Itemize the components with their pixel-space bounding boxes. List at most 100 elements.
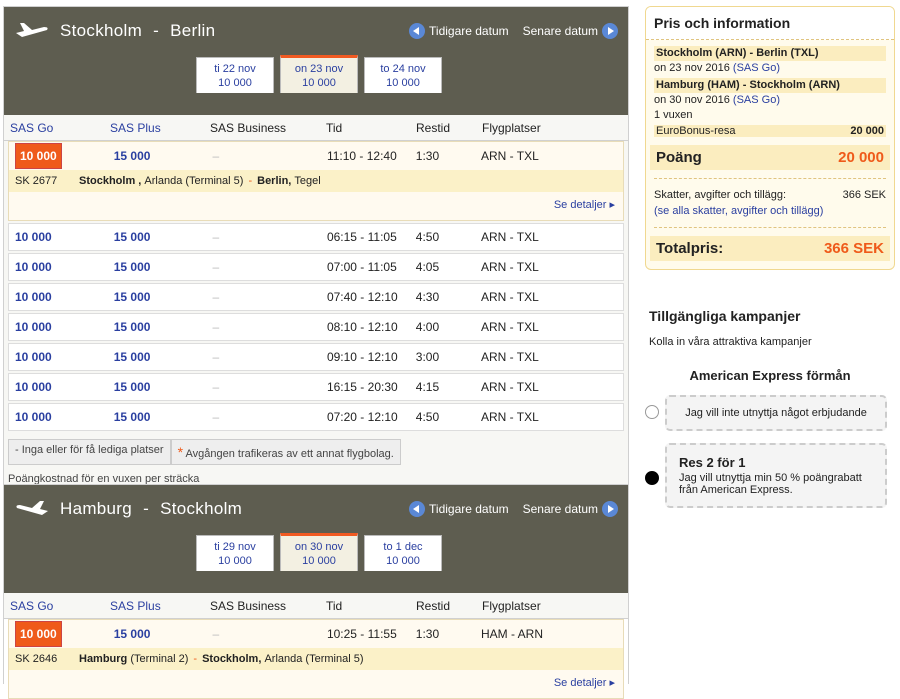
next-dates-link[interactable]: Senare datum [523,502,598,516]
fare-go[interactable]: 10 000 [9,320,108,334]
legend: - Inga eller för få lediga platser * Avg… [8,439,624,465]
chevron-right-icon[interactable] [602,23,618,39]
date-tab-selected[interactable]: on 30 nov 10 000 [280,533,358,571]
date-tab-date: on 23 nov [294,63,344,75]
chevron-left-icon[interactable] [409,23,426,39]
col-time: Tid [326,120,343,135]
leg-title: Stockholm (ARN) - Berlin (TXL) [654,46,886,61]
prev-dates-link[interactable]: Tidigare datum [429,24,509,38]
option-none-label[interactable]: Jag vill inte utnyttja något erbjudande [665,395,887,431]
table-row: 10 000 15 000– 06:15 - 11:05 4:50 ARN - TXL [8,223,624,251]
col-sas-plus[interactable]: SAS Plus [104,599,204,613]
date-tab[interactable]: ti 22 nov 10 000 [196,57,274,93]
chevron-right-icon[interactable] [602,501,618,517]
table-row: 10 000 15 000– 08:10 - 12:10 4:00 ARN - TXL [8,313,624,341]
col-sas-plus[interactable]: SAS Plus [104,121,204,135]
inbound-header: Hamburg - Stockholm Tidigare datum Senar… [4,485,628,593]
campaign-option-none[interactable]: Jag vill inte utnyttja något erbjudande [645,395,895,431]
fare-business: – [212,380,220,394]
flight-detail: SK 2677 Stockholm , Arlanda (Terminal 5)… [9,170,623,192]
fare-go[interactable]: 10 000 [9,380,108,394]
fare-business: – [212,290,220,304]
flight-duration: 3:00 [415,350,440,364]
fare-business: – [212,149,220,163]
date-tab-date: to 24 nov [380,63,426,75]
fare-plus[interactable]: 15 000 [108,350,207,364]
see-all-taxes-link[interactable]: (se alla skatter, avgifter och tillägg) [654,205,886,228]
flight-number: SK 2677 [15,175,58,187]
date-tab[interactable]: ti 29 nov 10 000 [196,535,274,571]
fare-plus[interactable]: 15 000 [108,260,207,274]
fare-business: – [212,410,220,424]
route-separator: - [153,21,160,40]
selected-flight: 10 000 15 000 – 11:10 - 12:40 1:30 ARN -… [8,141,624,221]
date-tab[interactable]: to 1 dec 10 000 [364,535,442,571]
fare-business: – [212,627,220,641]
fare-plus[interactable]: 15 000 [108,410,207,424]
fare-go-selected[interactable]: 10 000 [9,143,108,169]
col-sas-go[interactable]: SAS Go [4,121,104,135]
date-tab-selected[interactable]: on 23 nov 10 000 [280,55,358,93]
col-sas-go[interactable]: SAS Go [4,599,104,613]
route-to: Stockholm [160,499,243,518]
flight-rows: 10 000 15 000 – 10:25 - 11:55 1:30 HAM -… [4,619,628,699]
fare-plus[interactable]: 15 000 [108,380,207,394]
fare-go[interactable]: 10 000 [9,350,108,364]
flight-airports: ARN - TXL [480,230,539,244]
leg-title: Hamburg (HAM) - Stockholm (ARN) [654,78,886,93]
inbound-route-title: Hamburg - Stockholm [60,499,242,519]
campaigns-title: Tillgängliga kampanjer [649,308,801,324]
fare-plus[interactable]: 15 000 [108,149,207,163]
fare-go[interactable]: 10 000 [9,410,108,424]
date-tab[interactable]: to 24 nov 10 000 [364,57,442,93]
dep-city: Hamburg [79,653,128,665]
fare-plus[interactable]: 15 000 [108,627,207,641]
flight-airports: HAM - ARN [480,627,544,641]
table-row: 10 000 15 000– 07:40 - 12:10 4:30 ARN - TXL [8,283,624,311]
table-row: 10 000 15 000 – 10:25 - 11:55 1:30 HAM -… [9,620,623,648]
fare-business: – [212,230,220,244]
col-time: Tid [326,598,343,613]
campaign-option-2for1[interactable]: Res 2 för 1 Jag vill utnyttja min 50 % p… [645,443,895,508]
see-details-link[interactable]: Se detaljer [9,192,623,220]
date-tabs: ti 22 nov 10 000 on 23 nov 10 000 to 24 no… [196,55,442,93]
column-headers: SAS Go SAS Plus SAS Business Tid Restid … [4,115,628,141]
fare-go-selected[interactable]: 10 000 [9,621,108,647]
fare-go[interactable]: 10 000 [9,230,108,244]
fare-plus[interactable]: 15 000 [108,320,207,334]
arr-city: Berlin, [257,175,292,187]
eurobonus-row: EuroBonus-resa 20 000 [654,125,886,137]
fare-business: – [212,350,220,364]
fare-go[interactable]: 10 000 [9,290,108,304]
chevron-left-icon[interactable] [409,501,426,517]
next-dates-link[interactable]: Senare datum [523,24,598,38]
fare-class-link[interactable]: (SAS Go) [733,94,780,106]
fare-class-link[interactable]: (SAS Go) [733,62,780,74]
radio-checked[interactable] [645,471,659,485]
flight-airports: ARN - TXL [480,290,539,304]
see-details-link[interactable]: Se detaljer [9,670,623,698]
fare-plus[interactable]: 15 000 [108,230,207,244]
table-row: 10 000 15 000– 07:00 - 11:05 4:05 ARN - TXL [8,253,624,281]
prev-dates-link[interactable]: Tidigare datum [429,502,509,516]
option-2for1-label[interactable]: Res 2 för 1 Jag vill utnyttja min 50 % p… [665,443,887,508]
campaigns-subtitle: Kolla in våra attraktiva kampanjer [649,336,812,348]
radio-unchecked[interactable] [645,405,659,419]
flight-time: 16:15 - 20:30 [326,380,398,394]
arr-airport: Arlanda (Terminal 5) [264,653,364,665]
fare-go[interactable]: 10 000 [9,260,108,274]
col-duration: Restid [416,120,451,135]
fare-plus[interactable]: 15 000 [108,290,207,304]
dep-city: Stockholm , [79,175,142,187]
option-title: Res 2 för 1 [679,455,746,470]
date-tab-points: 10 000 [386,555,420,567]
flight-detail: SK 2646 Hamburg (Terminal 2) - Stockholm… [9,648,623,670]
flight-time: 11:10 - 12:40 [326,149,397,163]
date-tab-date: on 30 nov [294,541,344,553]
column-headers: SAS Go SAS Plus SAS Business Tid Restid … [4,593,628,619]
outbound-route-title: Stockholm - Berlin [60,21,215,41]
flight-duration: 4:05 [415,260,440,274]
route-from: Stockholm [60,21,143,40]
route-separator: - [143,499,150,518]
star-icon: * [177,444,184,460]
